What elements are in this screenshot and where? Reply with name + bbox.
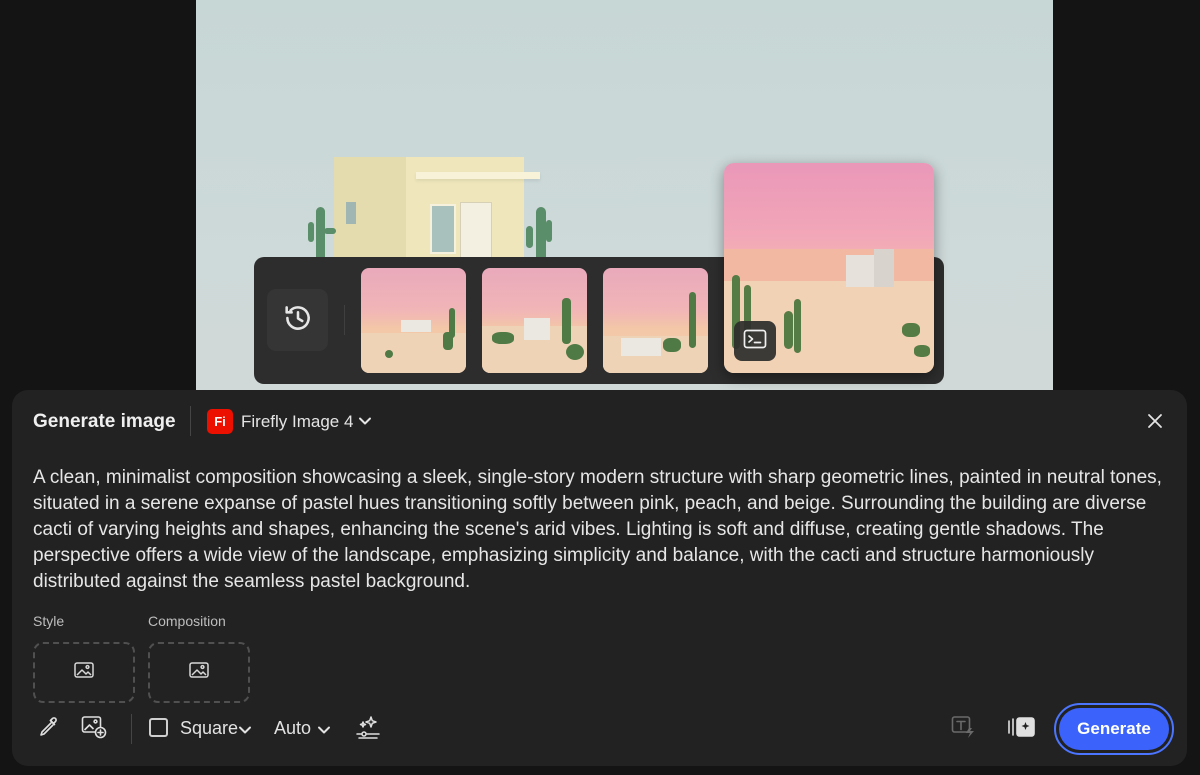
firefly-logo-badge: Fi: [207, 409, 233, 434]
thumbnail-1[interactable]: [361, 268, 466, 373]
text-effect-icon: [951, 715, 977, 744]
generate-button[interactable]: Generate: [1059, 708, 1169, 750]
title-divider: [190, 406, 191, 436]
history-button[interactable]: [267, 289, 328, 351]
prompt-textarea[interactable]: A clean, minimalist composition showcasi…: [33, 465, 1168, 595]
selected-thumbnail[interactable]: [724, 163, 934, 373]
model-selector[interactable]: Firefly Image 4: [241, 412, 353, 432]
image-add-icon: [81, 715, 107, 744]
variations-icon: [1006, 715, 1036, 744]
close-button[interactable]: [1142, 410, 1168, 436]
composition-reference-dropzone[interactable]: [148, 642, 250, 703]
view-prompt-button[interactable]: [734, 321, 776, 361]
chevron-down-icon[interactable]: [317, 723, 331, 737]
image-icon: [189, 662, 209, 683]
thumbnail-2[interactable]: [482, 268, 587, 373]
effects-sparkle-icon: [355, 714, 381, 745]
chevron-down-icon[interactable]: [238, 723, 252, 737]
eyedropper-icon: [36, 715, 60, 744]
close-icon: [1146, 412, 1164, 435]
panel-title: Generate image: [33, 411, 176, 432]
prompt-terminal-icon: [743, 329, 767, 354]
thumbnail-3[interactable]: [603, 268, 708, 373]
aspect-ratio-checkbox[interactable]: [149, 718, 168, 737]
variations-button[interactable]: [1005, 716, 1037, 742]
generate-button-focus-ring: Generate: [1054, 703, 1174, 755]
style-reference-dropzone[interactable]: [33, 642, 135, 703]
content-type-selector[interactable]: Auto: [274, 718, 311, 739]
generate-image-panel: Generate image Fi Firefly Image 4 A clea…: [12, 390, 1187, 766]
toolbar-divider: [131, 714, 132, 744]
history-icon: [281, 301, 315, 340]
composition-label: Composition: [148, 613, 226, 629]
image-icon: [74, 662, 94, 683]
strip-divider: [344, 305, 345, 335]
text-effects-button[interactable]: [950, 715, 978, 744]
effects-button[interactable]: [354, 715, 382, 743]
add-image-button[interactable]: [80, 715, 108, 744]
aspect-ratio-selector[interactable]: Square: [180, 718, 238, 739]
chevron-down-icon[interactable]: [358, 414, 372, 433]
style-label: Style: [33, 613, 65, 629]
eyedropper-button[interactable]: [35, 716, 61, 742]
